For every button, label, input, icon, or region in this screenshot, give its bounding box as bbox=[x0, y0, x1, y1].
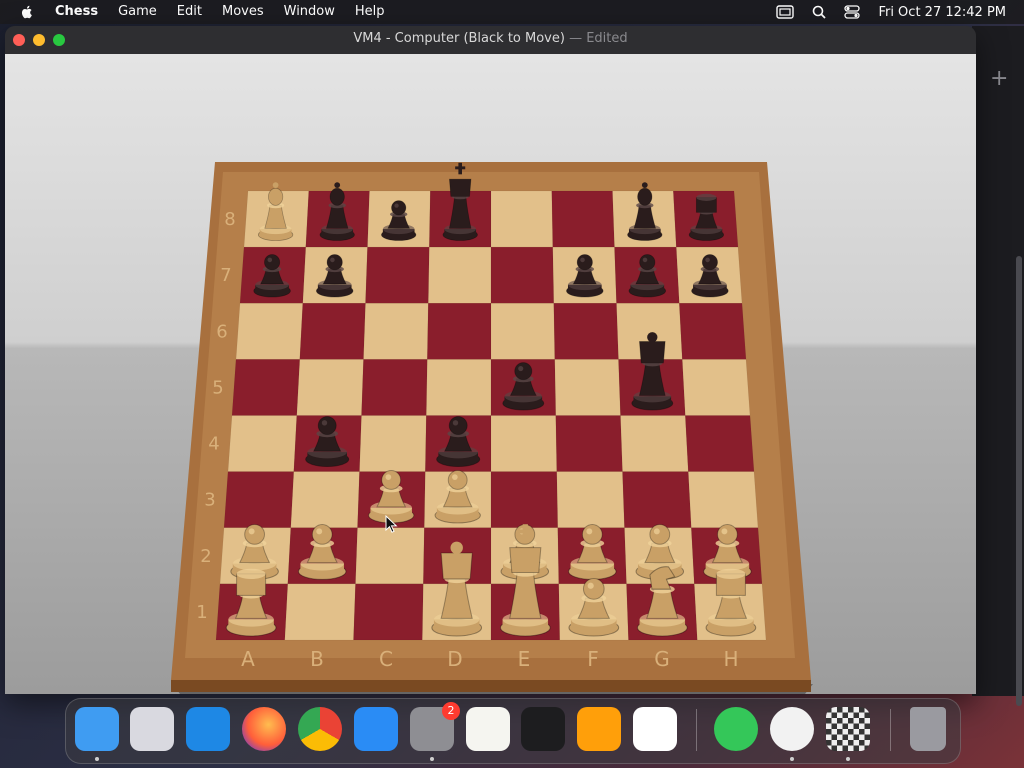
menu-help[interactable]: Help bbox=[345, 0, 395, 24]
square-c2[interactable] bbox=[355, 527, 425, 585]
square-g3[interactable] bbox=[622, 471, 692, 529]
dock-separator bbox=[890, 709, 891, 751]
vscode-icon[interactable] bbox=[633, 707, 677, 751]
square-a5[interactable] bbox=[231, 359, 301, 416]
square-h5[interactable] bbox=[682, 359, 751, 416]
window-title: VM4 - Computer (Black to Move) — Edited bbox=[5, 26, 976, 52]
square-c4[interactable] bbox=[359, 415, 427, 472]
firefox-icon[interactable] bbox=[242, 707, 286, 751]
square-e7[interactable] bbox=[490, 246, 555, 304]
square-f3[interactable] bbox=[556, 471, 625, 529]
file-label: B bbox=[310, 647, 324, 671]
file-label: D bbox=[447, 647, 462, 671]
board-frame-edge bbox=[171, 680, 811, 692]
square-c6[interactable] bbox=[363, 303, 429, 360]
background-window: + bbox=[972, 26, 1024, 706]
chess-icon[interactable] bbox=[826, 707, 870, 751]
file-label: G bbox=[654, 647, 670, 671]
display-icon[interactable] bbox=[776, 5, 795, 19]
rank-label: 2 bbox=[200, 546, 211, 567]
square-d7[interactable] bbox=[428, 246, 492, 304]
terminal-icon[interactable] bbox=[521, 707, 565, 751]
square-b3[interactable] bbox=[290, 471, 360, 529]
scrollbar[interactable] bbox=[1016, 256, 1022, 706]
edited-indicator: — Edited bbox=[569, 31, 628, 46]
file-label: C bbox=[379, 647, 393, 671]
garageband-icon[interactable] bbox=[577, 707, 621, 751]
menu-extras: Fri Oct 27 12:42 PM bbox=[776, 0, 1006, 24]
control-center-icon[interactable] bbox=[844, 5, 861, 19]
square-a3[interactable] bbox=[223, 471, 295, 529]
square-a4[interactable] bbox=[227, 415, 298, 472]
square-c7[interactable] bbox=[365, 246, 430, 304]
menu-clock[interactable]: Fri Oct 27 12:42 PM bbox=[878, 5, 1006, 20]
textedit-icon[interactable] bbox=[466, 707, 510, 751]
dock-separator bbox=[696, 709, 697, 751]
rank-label: 5 bbox=[212, 377, 223, 398]
file-label: F bbox=[587, 647, 599, 671]
file-label: E bbox=[518, 647, 531, 671]
square-c1[interactable] bbox=[353, 583, 424, 641]
clock-icon[interactable] bbox=[770, 707, 814, 751]
square-c5[interactable] bbox=[361, 359, 428, 416]
chess-window: VM4 - Computer (Black to Move) — Edited … bbox=[5, 26, 976, 694]
file-label: H bbox=[723, 647, 738, 671]
plus-icon[interactable]: + bbox=[990, 66, 1008, 91]
dock: 2 bbox=[65, 698, 961, 764]
square-d5[interactable] bbox=[426, 359, 492, 416]
board-stage[interactable]: A B C D E F G H 1 2 3 4 5 6 7 8 bbox=[5, 54, 976, 694]
running-indicator bbox=[846, 757, 850, 761]
find-my-icon[interactable] bbox=[714, 707, 758, 751]
notification-badge: 2 bbox=[442, 702, 460, 720]
running-indicator bbox=[430, 757, 434, 761]
rank-label: 4 bbox=[208, 434, 219, 455]
square-e8[interactable] bbox=[490, 190, 554, 248]
chrome-icon[interactable] bbox=[298, 707, 342, 751]
menu-bar: Chess Game Edit Moves Window Help Fri Oc… bbox=[0, 0, 1024, 24]
window-title-text: VM4 - Computer (Black to Move) bbox=[353, 31, 565, 46]
square-e3[interactable] bbox=[490, 471, 559, 529]
square-b1[interactable] bbox=[284, 583, 356, 641]
safari-icon[interactable] bbox=[186, 707, 230, 751]
square-h4[interactable] bbox=[685, 415, 755, 472]
square-f4[interactable] bbox=[555, 415, 623, 472]
running-indicator bbox=[790, 757, 794, 761]
menu-moves[interactable]: Moves bbox=[212, 0, 274, 24]
rank-label: 8 bbox=[224, 209, 235, 230]
menu-app-name[interactable]: Chess bbox=[45, 0, 108, 24]
square-h3[interactable] bbox=[688, 471, 759, 529]
trash-icon[interactable] bbox=[910, 707, 946, 751]
file-label: A bbox=[241, 647, 255, 671]
app-store-icon[interactable] bbox=[354, 707, 398, 751]
square-h6[interactable] bbox=[679, 303, 747, 360]
finder-icon[interactable] bbox=[75, 707, 119, 751]
square-e4[interactable] bbox=[490, 415, 558, 472]
square-g4[interactable] bbox=[620, 415, 689, 472]
launchpad-icon[interactable] bbox=[130, 707, 174, 751]
rank-label: 3 bbox=[204, 490, 215, 511]
title-bar: VM4 - Computer (Black to Move) — Edited bbox=[5, 26, 976, 55]
square-f8[interactable] bbox=[551, 190, 615, 248]
rank-label: 7 bbox=[220, 265, 231, 286]
square-f6[interactable] bbox=[553, 303, 619, 360]
square-f5[interactable] bbox=[554, 359, 621, 416]
chess-board[interactable]: A B C D E F G H 1 2 3 4 5 6 7 8 bbox=[5, 54, 976, 694]
running-indicator bbox=[95, 757, 99, 761]
apple-logo-icon[interactable] bbox=[19, 4, 35, 20]
square-e6[interactable] bbox=[490, 303, 556, 360]
menu-game[interactable]: Game bbox=[108, 0, 167, 24]
rank-label: 1 bbox=[196, 602, 207, 623]
rank-label: 6 bbox=[216, 321, 227, 342]
square-d6[interactable] bbox=[427, 303, 492, 360]
spotlight-search-icon[interactable] bbox=[812, 5, 827, 19]
square-b5[interactable] bbox=[296, 359, 364, 416]
square-b6[interactable] bbox=[299, 303, 366, 360]
menu-edit[interactable]: Edit bbox=[167, 0, 212, 24]
menu-window[interactable]: Window bbox=[274, 0, 345, 24]
square-a6[interactable] bbox=[235, 303, 304, 360]
